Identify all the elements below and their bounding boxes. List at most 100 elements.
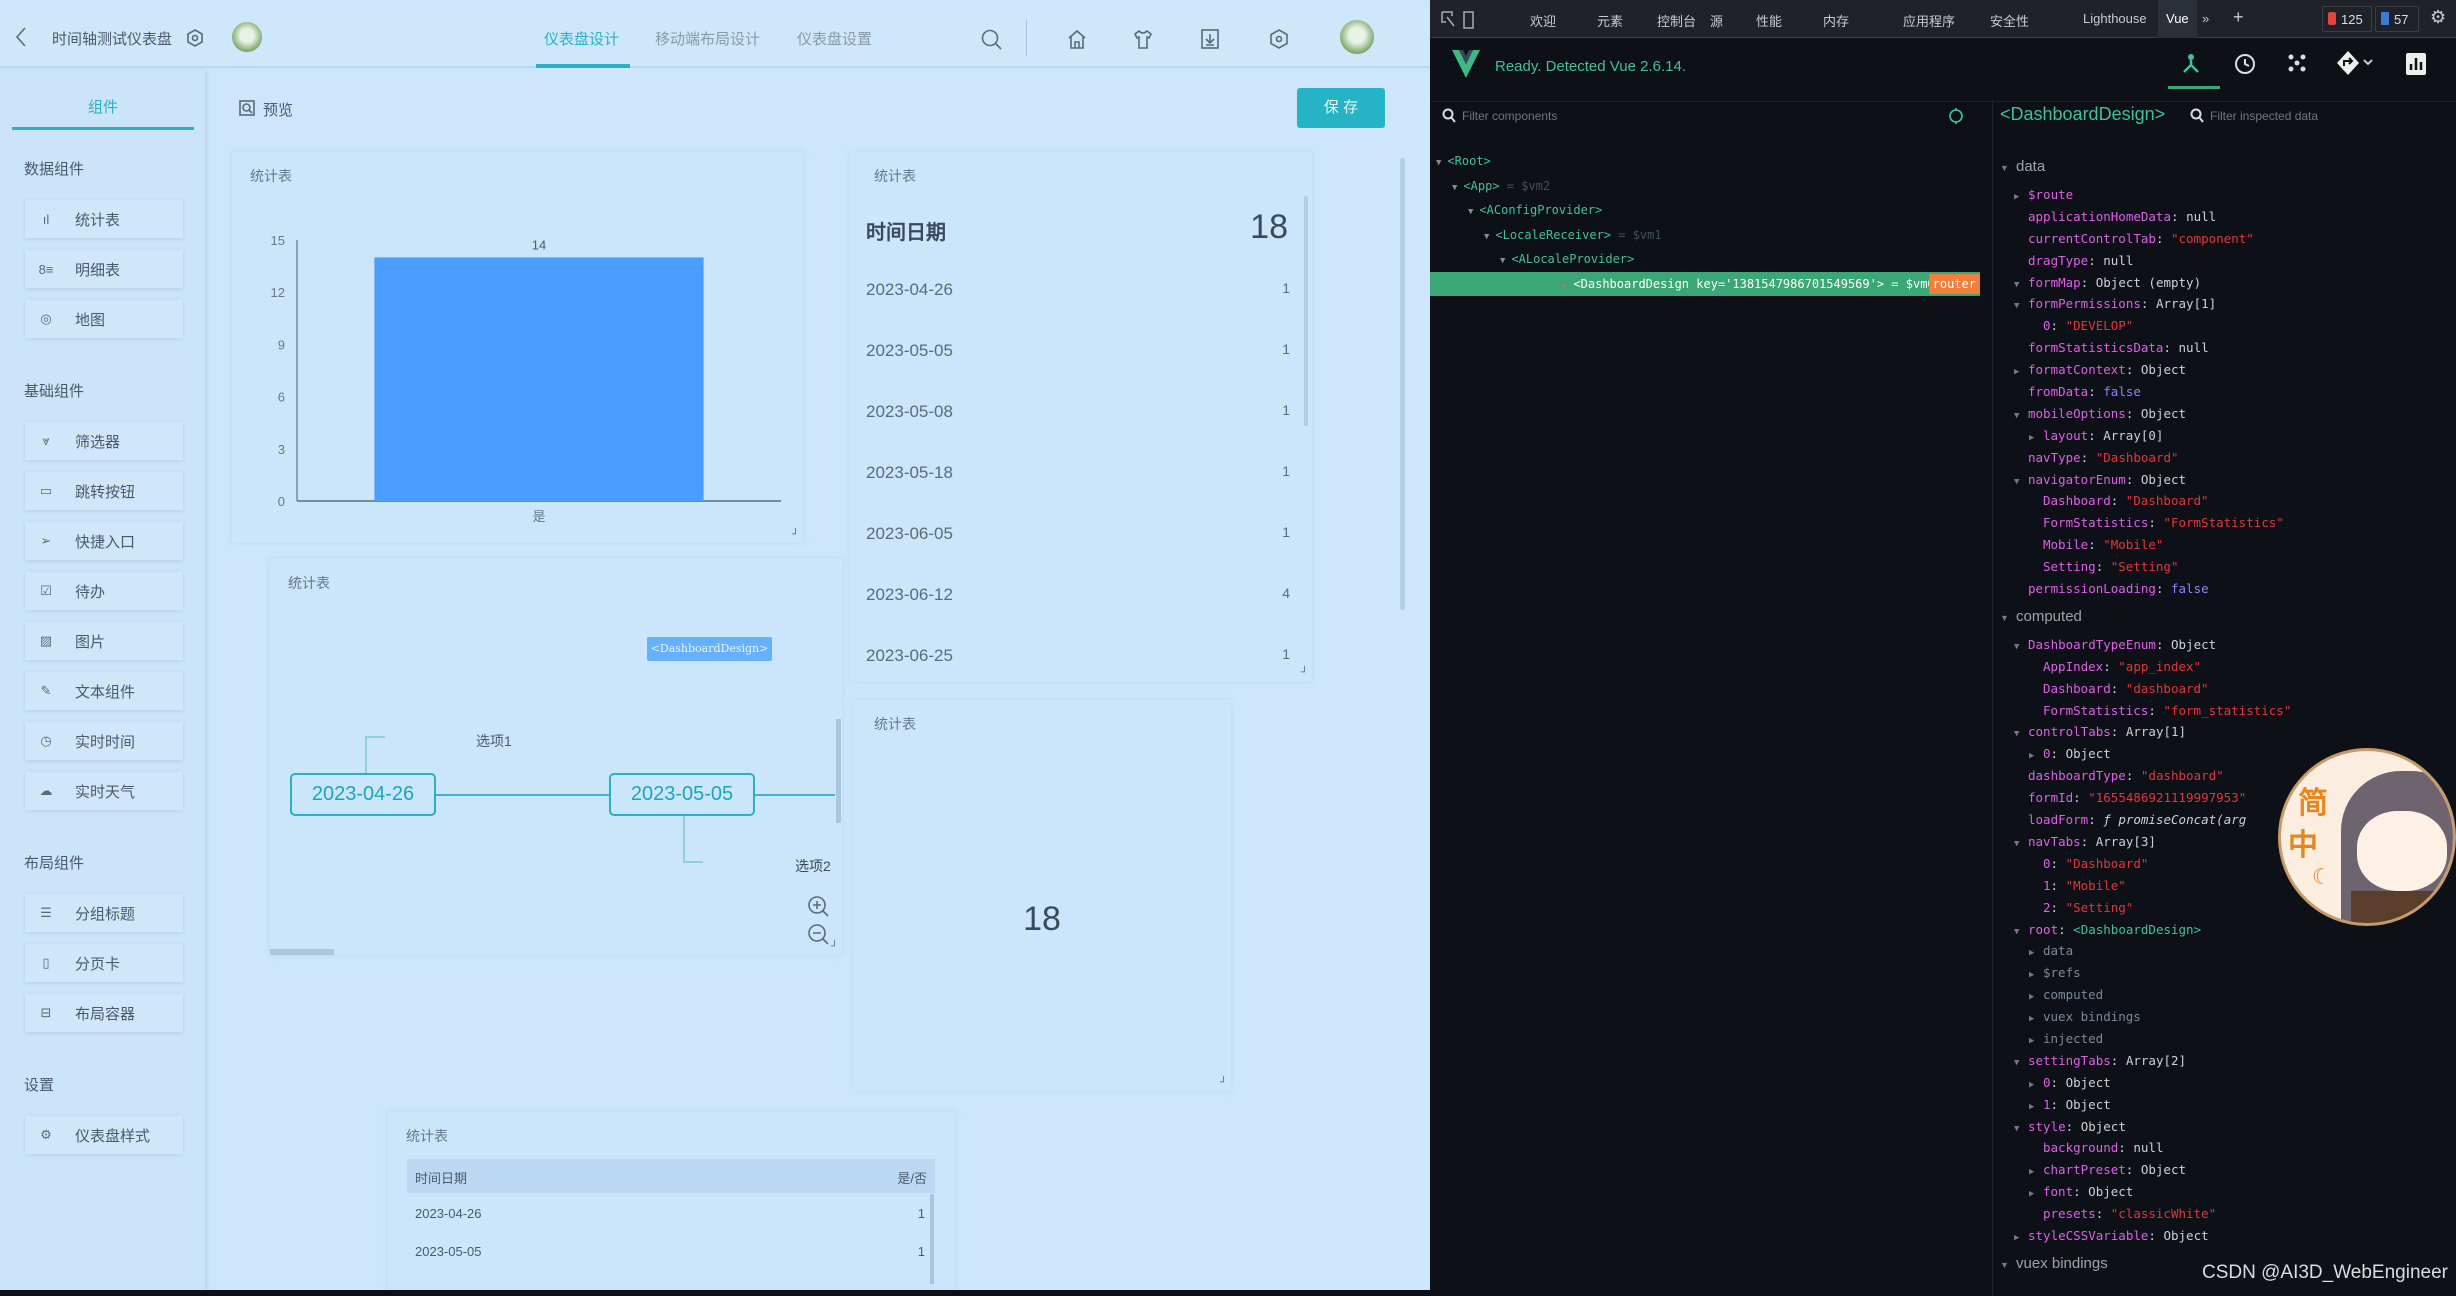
state-row[interactable]: ▼ settingTabs: Array[2] (2000, 1050, 2456, 1072)
state-row[interactable]: ▼ formPermissions: Array[1] (2000, 293, 2456, 315)
state-row[interactable]: ▶ injected (2000, 1028, 2456, 1050)
routing-dropdown-icon[interactable] (2336, 50, 2374, 76)
chevron-down-icon[interactable]: ▼ (1500, 256, 1505, 266)
state-row[interactable]: ▶ $refs (2000, 962, 2456, 984)
bar-chart-card[interactable]: 统计表 0 3 6 9 12 15 14 是 ┘ (232, 152, 803, 543)
timeline-node[interactable]: 2023-04-26 (290, 773, 436, 816)
more-tabs-button[interactable]: » (2202, 11, 2209, 26)
sidebar-item-gear[interactable]: ⚙ 仪表盘样式 (25, 1116, 183, 1154)
devtools-tab-2[interactable]: 控制台 (1657, 11, 1696, 30)
state-row[interactable]: ▶ chartPreset: Object (2000, 1159, 2456, 1181)
chevron-down-icon[interactable]: ▼ (2014, 637, 2028, 659)
list-scrollbar[interactable] (1304, 196, 1308, 426)
user-avatar[interactable] (1340, 20, 1374, 54)
sidebar-item-bar-chart[interactable]: ıl 统计表 (25, 200, 183, 238)
chevron-down-icon[interactable]: ▼ (2014, 1119, 2028, 1141)
chevron-down-icon[interactable]: ▼ (2014, 834, 2028, 856)
save-button[interactable]: 保 存 (1297, 88, 1385, 128)
sidebar-item-map-pin[interactable]: ◎ 地图 (25, 300, 183, 338)
chevron-left-icon[interactable] (14, 26, 28, 48)
chevron-down-icon[interactable]: ▼ (1436, 158, 1441, 168)
chevron-down-icon[interactable]: ▼ (1452, 183, 1457, 193)
state-row[interactable]: ▼ formMap: Object (empty) (2000, 272, 2456, 294)
sidebar-item-cloud[interactable]: ☁ 实时天气 (25, 772, 183, 810)
state-row[interactable]: ▼ style: Object (2000, 1116, 2456, 1138)
shirt-icon[interactable] (1132, 28, 1154, 50)
sidebar-item-layout-container[interactable]: ⊟ 布局容器 (25, 994, 183, 1032)
state-row[interactable]: AppIndex: "app_index" (2000, 656, 2456, 678)
state-row[interactable]: ▶ data (2000, 940, 2456, 962)
sidebar-item-image[interactable]: ▨ 图片 (25, 622, 183, 660)
sidebar-item-todo[interactable]: ☑ 待办 (25, 572, 183, 610)
chevron-down-icon[interactable]: ▼ (2014, 406, 2028, 428)
state-row[interactable]: dragType: null (2000, 250, 2456, 272)
error-count-badge[interactable]: 125 (2322, 6, 2372, 32)
add-tab-button[interactable]: + (2233, 7, 2244, 28)
ime-mascot-overlay[interactable]: 简 中 ☾ (2278, 730, 2456, 930)
component-tree-node[interactable]: ▼ <ALocaleProvider> (1436, 247, 1988, 271)
chevron-down-icon[interactable]: ▼ (2014, 1053, 2028, 1075)
filter-components-input[interactable] (1462, 104, 1922, 128)
sidebar-item-edit[interactable]: ✎ 文本组件 (25, 672, 183, 710)
list-row[interactable]: 2023-05-18 1 (866, 463, 1290, 483)
message-count-badge[interactable]: 57 (2375, 6, 2419, 32)
state-row[interactable]: 0: "DEVELOP" (2000, 315, 2456, 337)
chevron-down-icon[interactable]: ▼ (2014, 922, 2028, 944)
devtools-tab-6[interactable]: 应用程序 (1903, 11, 1955, 30)
component-tree-node[interactable]: ▼ <App> = $vm2 (1436, 174, 1988, 198)
list-stat-card[interactable]: 统计表 时间日期 18 2023-04-26 1 2023-05-05 1 2023-0… (850, 152, 1312, 681)
device-toggle-icon[interactable] (1462, 8, 1476, 30)
plugins-icon[interactable] (2286, 52, 2308, 76)
state-row[interactable]: ▶ styleCSSVariable: Object (2000, 1225, 2456, 1247)
state-row[interactable]: Setting: "Setting" (2000, 556, 2456, 578)
list-row[interactable]: 2023-06-12 4 (866, 585, 1290, 605)
tab-components[interactable]: 组件 (12, 90, 194, 130)
state-row[interactable]: Dashboard: "dashboard" (2000, 678, 2456, 700)
devtools-tab-0[interactable]: 欢迎 (1530, 11, 1556, 30)
timeline-card[interactable]: 统计表 <DashboardDesign> 选项1 2023-04-26 202… (270, 559, 842, 955)
canvas-scrollbar[interactable] (1400, 158, 1405, 610)
state-row[interactable]: currentControlTab: "component" (2000, 228, 2456, 250)
list-row[interactable]: 2023-06-25 1 (866, 646, 1290, 666)
timeline-history-icon[interactable] (2233, 52, 2257, 76)
table-row[interactable]: 2023-05-05 1 (407, 1238, 927, 1268)
filter-inspected-data-input[interactable] (2210, 104, 2440, 128)
resize-handle[interactable]: ┘ (1301, 667, 1308, 678)
state-row[interactable]: formStatisticsData: null (2000, 337, 2456, 359)
state-row[interactable]: ▶ font: Object (2000, 1181, 2456, 1203)
chevron-right-icon[interactable]: ▶ (1562, 281, 1567, 291)
sidebar-item-list-detail[interactable]: 8≡ 明细表 (25, 250, 183, 288)
column-header[interactable]: 时间日期 (415, 1168, 467, 1187)
sidebar-item-clock[interactable]: ◷ 实时时间 (25, 722, 183, 760)
state-row[interactable]: ▼ mobileOptions: Object (2000, 403, 2456, 425)
settings-gear-icon[interactable]: ⚙ (2430, 7, 2446, 28)
resize-handle[interactable]: ┘ (831, 941, 838, 952)
list-row[interactable]: 2023-05-08 1 (866, 402, 1290, 422)
list-row[interactable]: 2023-04-26 1 (866, 280, 1290, 300)
state-row[interactable]: Dashboard: "Dashboard" (2000, 490, 2456, 512)
column-header[interactable]: 是/否 (897, 1168, 927, 1187)
state-row[interactable]: ▼ navigatorEnum: Object (2000, 469, 2456, 491)
devtools-tab-7[interactable]: 安全性 (1990, 11, 2029, 30)
component-tree-node[interactable]: ▼ <LocaleReceiver> = $vm1 (1436, 223, 1988, 247)
state-row[interactable]: ▶ layout: Array[0] (2000, 425, 2456, 447)
tab-mobile-layout[interactable]: 移动端布局设计 (655, 28, 760, 49)
state-row[interactable]: ▶ 0: Object (2000, 1072, 2456, 1094)
timeline-hscrollbar[interactable] (270, 949, 334, 955)
state-row[interactable]: ▶ formatContext: Object (2000, 359, 2456, 381)
state-row[interactable]: permissionLoading: false (2000, 578, 2456, 600)
component-tree-node[interactable]: ▼ <AConfigProvider> (1436, 198, 1988, 222)
download-icon[interactable] (1199, 28, 1221, 50)
devtools-tab-4[interactable]: 性能 (1756, 11, 1782, 30)
devtools-tab-1[interactable]: 元素 (1597, 11, 1623, 30)
devtools-tab-9[interactable]: Vue (2158, 0, 2197, 38)
table-row[interactable]: 2023-04-26 1 (407, 1200, 927, 1230)
sidebar-item-button[interactable]: ▭ 跳转按钮 (25, 472, 183, 510)
chevron-down-icon[interactable]: ▼ (2000, 1248, 2016, 1282)
sidebar-item-group-title[interactable]: ☰ 分组标题 (25, 894, 183, 932)
state-row[interactable]: presets: "classicWhite" (2000, 1203, 2456, 1225)
performance-chart-icon[interactable] (2405, 52, 2427, 76)
state-row[interactable]: ▶ $route (2000, 184, 2456, 206)
list-row[interactable]: 2023-06-05 1 (866, 524, 1290, 544)
state-row[interactable]: ▼ DashboardTypeEnum: Object (2000, 634, 2456, 656)
